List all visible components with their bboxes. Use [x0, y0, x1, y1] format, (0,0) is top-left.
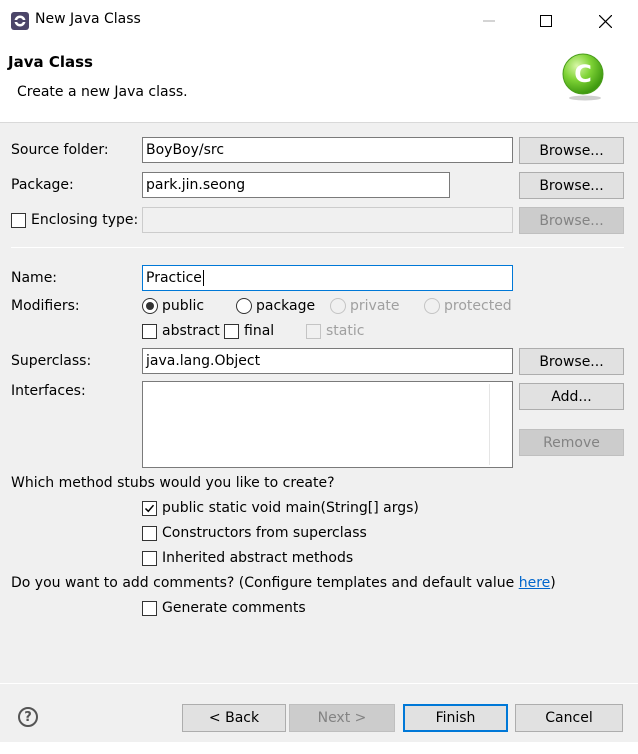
- maximize-icon: [540, 15, 552, 27]
- constructors-label: Constructors from superclass: [162, 525, 367, 541]
- final-checkbox[interactable]: [224, 324, 239, 339]
- enclosing-type-browse-button: Browse...: [519, 207, 624, 234]
- eclipse-app-icon: [10, 11, 30, 31]
- constructors-checkbox[interactable]: [142, 526, 157, 541]
- checkmark-icon: [144, 504, 155, 513]
- package-label: Package:: [11, 177, 74, 193]
- separator: [11, 247, 624, 248]
- minimize-icon: [483, 20, 495, 22]
- abstract-label: abstract: [162, 323, 220, 339]
- back-button[interactable]: < Back: [182, 704, 286, 732]
- comments-question: Do you want to add comments? (Configure …: [11, 575, 556, 591]
- source-folder-label: Source folder:: [11, 142, 109, 158]
- name-label: Name:: [11, 270, 58, 286]
- generate-comments-label: Generate comments: [162, 600, 306, 616]
- comments-question-suffix: ): [550, 575, 556, 591]
- package-modifier-label: package: [256, 298, 316, 314]
- title-bar: New Java Class: [0, 0, 638, 42]
- public-radio[interactable]: [142, 298, 158, 314]
- cancel-button[interactable]: Cancel: [515, 704, 623, 732]
- wizard-description: Create a new Java class.: [17, 84, 188, 100]
- name-input-value: Practice: [146, 270, 202, 286]
- interfaces-list[interactable]: [142, 381, 513, 468]
- method-stubs-question: Which method stubs would you like to cre…: [11, 475, 335, 491]
- enclosing-type-checkbox[interactable]: [11, 213, 26, 228]
- superclass-label: Superclass:: [11, 353, 92, 369]
- comments-question-text: Do you want to add comments? (Configure …: [11, 575, 519, 591]
- superclass-input[interactable]: java.lang.Object: [142, 348, 513, 374]
- enclosing-type-label: Enclosing type:: [31, 212, 139, 228]
- final-label: final: [244, 323, 275, 339]
- configure-templates-link[interactable]: here: [519, 575, 551, 591]
- add-interface-button[interactable]: Add...: [519, 383, 624, 410]
- java-class-icon: C: [559, 52, 609, 106]
- source-folder-input[interactable]: BoyBoy/src: [142, 137, 513, 163]
- superclass-browse-button[interactable]: Browse...: [519, 348, 624, 375]
- enclosing-type-input: [142, 207, 513, 233]
- svg-text:C: C: [574, 60, 592, 88]
- static-checkbox: [306, 324, 321, 339]
- maximize-button[interactable]: [523, 4, 569, 38]
- window-title: New Java Class: [35, 11, 141, 27]
- protected-radio: [424, 298, 440, 314]
- background-window-strip: [0, 742, 638, 754]
- main-method-label: public static void main(String[] args): [162, 500, 419, 516]
- inherited-methods-checkbox[interactable]: [142, 551, 157, 566]
- wizard-header: Java Class Create a new Java class. C: [0, 42, 638, 123]
- minimize-button[interactable]: [466, 4, 512, 38]
- source-folder-browse-button[interactable]: Browse...: [519, 137, 624, 164]
- interfaces-label: Interfaces:: [11, 383, 86, 399]
- footer-separator: [0, 683, 638, 684]
- package-radio[interactable]: [236, 298, 252, 314]
- modifiers-label: Modifiers:: [11, 298, 80, 314]
- next-button: Next >: [289, 704, 395, 732]
- static-label: static: [326, 323, 365, 339]
- main-method-checkbox[interactable]: [142, 501, 157, 516]
- wizard-title: Java Class: [8, 53, 93, 71]
- protected-label: protected: [444, 298, 512, 314]
- interfaces-list-scroll-divider: [489, 384, 490, 465]
- private-radio: [330, 298, 346, 314]
- remove-interface-button: Remove: [519, 429, 624, 456]
- finish-button[interactable]: Finish: [403, 704, 508, 732]
- text-caret: [202, 270, 204, 286]
- abstract-checkbox[interactable]: [142, 324, 157, 339]
- help-icon[interactable]: ?: [18, 707, 38, 727]
- generate-comments-checkbox[interactable]: [142, 601, 157, 616]
- public-label: public: [162, 298, 205, 314]
- radio-selected-dot: [146, 302, 154, 310]
- inherited-methods-label: Inherited abstract methods: [162, 550, 354, 566]
- close-icon: [598, 14, 612, 28]
- name-input[interactable]: Practice: [142, 265, 513, 291]
- package-input[interactable]: park.jin.seong: [142, 172, 450, 198]
- package-browse-button[interactable]: Browse...: [519, 172, 624, 199]
- private-label: private: [350, 298, 400, 314]
- close-window-button[interactable]: [582, 4, 628, 38]
